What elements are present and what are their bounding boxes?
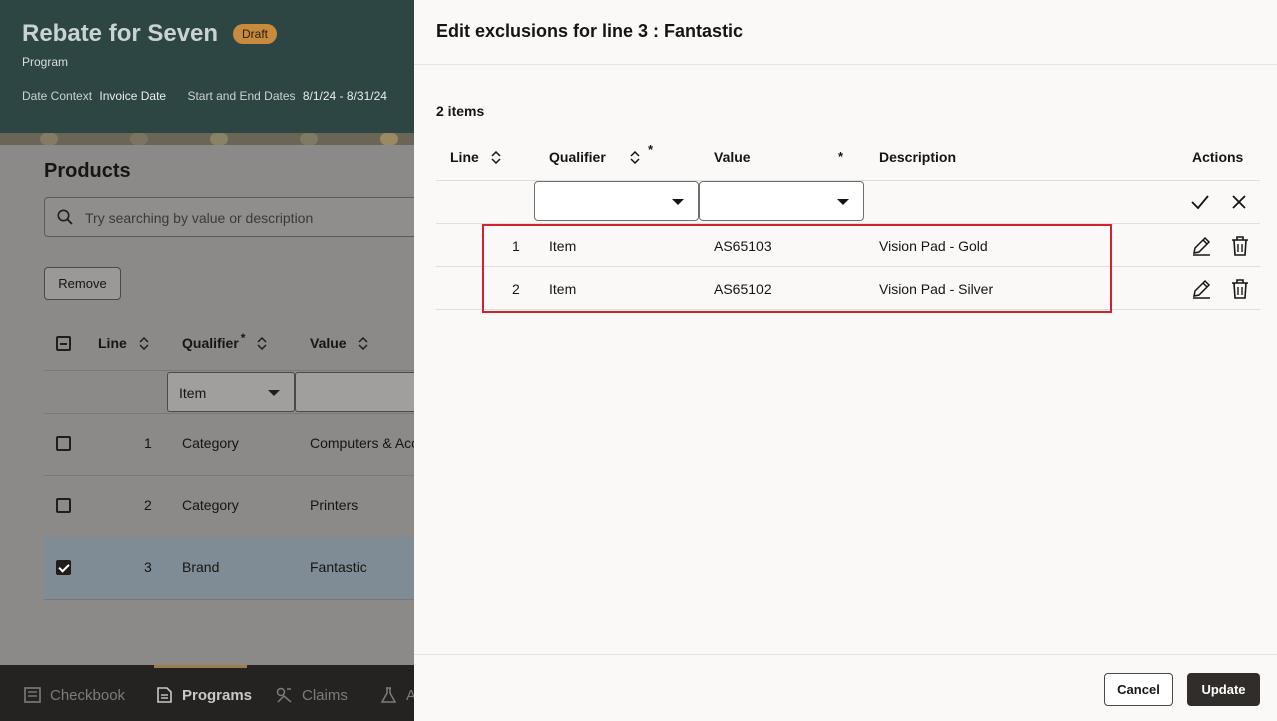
search-placeholder: Try searching by value or description <box>85 210 314 226</box>
qualifier-select[interactable] <box>534 181 699 221</box>
item-count: 2 items <box>436 103 485 119</box>
meta-value-dates: 8/1/24 - 8/31/24 <box>302 89 387 103</box>
required-mark: * <box>648 142 654 157</box>
row-value: Computers & Accessories <box>310 435 414 451</box>
column-header-value[interactable]: Value <box>310 335 369 351</box>
column-header-value-label: Value <box>714 149 751 165</box>
active-tab-indicator <box>154 665 247 668</box>
row-value: Fantastic <box>310 559 367 575</box>
column-header-line[interactable]: Line <box>450 149 501 165</box>
select-all-checkbox[interactable] <box>56 336 71 351</box>
nav-item-checkbook[interactable]: Checkbook <box>24 687 125 704</box>
products-heading: Products <box>44 160 131 182</box>
table-row-selected[interactable]: 3 Brand Fantastic <box>44 537 414 599</box>
column-header-value: Value * <box>714 149 843 165</box>
table-row[interactable]: 1 Category Computers & Accessories <box>44 413 414 475</box>
edit-pencil-icon[interactable] <box>1190 235 1212 257</box>
required-mark: * <box>240 331 246 345</box>
value-filter-input[interactable] <box>295 372 414 412</box>
column-header-line-label: Line <box>450 149 479 165</box>
column-header-qualifier-label: Qualifier <box>549 149 606 165</box>
cancel-button[interactable]: Cancel <box>1104 673 1173 706</box>
qualifier-filter-value: Item <box>179 385 207 401</box>
sort-icon <box>257 337 267 350</box>
qualifier-filter-select[interactable]: Item <box>167 372 295 412</box>
nav-item-label: Programs <box>182 687 253 704</box>
page-header: Rebate for Seven Draft Program Date Cont… <box>0 0 414 133</box>
page-subtitle: Program <box>22 55 69 69</box>
column-header-qualifier[interactable]: Qualifier * <box>549 142 653 165</box>
status-badge: Draft <box>233 24 278 44</box>
delete-trash-icon[interactable] <box>1229 235 1251 257</box>
column-header-description: Description <box>879 149 957 165</box>
highlight-box <box>482 224 1112 313</box>
chevron-down-icon <box>268 390 280 396</box>
meta-value-date-context: Invoice Date <box>99 89 167 103</box>
update-button[interactable]: Update <box>1187 673 1260 706</box>
meta-label-dates: Start and End Dates <box>187 89 296 103</box>
row-qualifier: Category <box>182 435 239 451</box>
row-value: Printers <box>310 497 359 513</box>
programs-icon <box>157 687 172 703</box>
header-meta: Date Context Invoice Date Start and End … <box>22 89 405 103</box>
bottom-nav: Checkbook Programs Claims A <box>0 665 414 721</box>
edit-exclusions-drawer: Edit exclusions for line 3 : Fantastic 2… <box>414 0 1277 721</box>
claims-icon <box>276 687 292 703</box>
drawer-footer-divider <box>414 654 1277 655</box>
search-input[interactable]: Try searching by value or description <box>44 197 414 237</box>
divider <box>44 599 414 600</box>
edit-pencil-icon[interactable] <box>1190 278 1212 300</box>
search-icon <box>57 209 73 225</box>
chevron-down-icon <box>672 199 684 205</box>
nav-item-claims[interactable]: Claims <box>276 687 348 704</box>
required-mark: * <box>838 149 844 164</box>
chevron-down-icon <box>837 199 849 205</box>
row-qualifier: Category <box>182 497 239 513</box>
products-section: Products Try searching by value or descr… <box>0 145 414 665</box>
row-checkbox-checked[interactable] <box>56 560 71 575</box>
row-line: 3 <box>144 559 152 575</box>
value-select[interactable] <box>699 181 864 221</box>
table-row[interactable]: 2 Category Printers <box>44 475 414 537</box>
nav-item-label: Claims <box>302 687 348 704</box>
nav-item-label: Checkbook <box>50 687 126 704</box>
column-header-actions: Actions <box>1192 149 1244 165</box>
header-banner <box>0 133 414 145</box>
sort-icon <box>491 151 501 164</box>
drawer-header-divider <box>414 64 1277 65</box>
sort-icon <box>630 151 640 164</box>
row-checkbox[interactable] <box>56 498 71 513</box>
remove-button[interactable]: Remove <box>44 267 121 300</box>
nav-item-programs[interactable]: Programs <box>156 687 252 704</box>
column-header-line-label: Line <box>98 335 127 351</box>
nav-item-label: A <box>406 687 414 704</box>
checkbook-icon <box>24 687 41 703</box>
delete-trash-icon[interactable] <box>1229 278 1251 300</box>
drawer-title: Edit exclusions for line 3 : Fantastic <box>436 21 744 41</box>
page-title: Rebate for Seven <box>22 20 219 47</box>
nav-item-accruals[interactable]: A <box>380 687 414 704</box>
row-line: 1 <box>144 435 152 451</box>
row-checkbox[interactable] <box>56 436 71 451</box>
column-header-line[interactable]: Line <box>98 335 149 351</box>
column-header-qualifier-label: Qualifier <box>182 335 239 351</box>
close-icon[interactable] <box>1228 191 1250 213</box>
sort-icon <box>139 337 149 350</box>
column-header-value-label: Value <box>310 335 347 351</box>
confirm-check-icon[interactable] <box>1189 191 1211 213</box>
row-qualifier: Brand <box>182 559 220 575</box>
column-header-qualifier[interactable]: Qualifier * <box>182 331 267 351</box>
sort-icon <box>358 337 369 350</box>
background-page: Rebate for Seven Draft Program Date Cont… <box>0 0 414 721</box>
row-line: 2 <box>144 497 152 513</box>
accruals-icon <box>380 687 397 703</box>
meta-label-date-context: Date Context <box>22 89 93 103</box>
divider <box>44 370 414 371</box>
